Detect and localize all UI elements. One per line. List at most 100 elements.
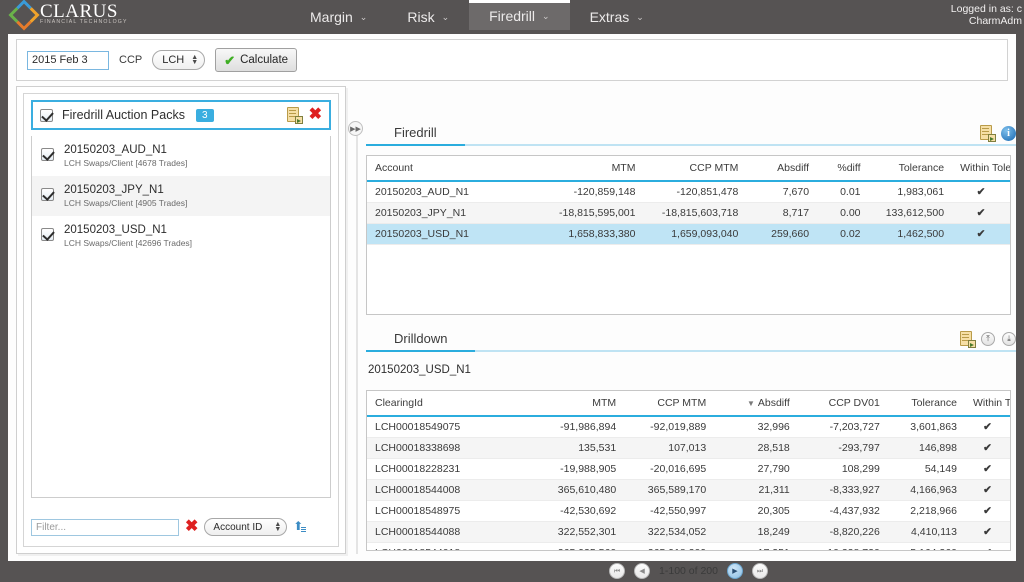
nav-item-extras[interactable]: Extras ⌄ [570, 0, 664, 30]
logged-in-label: Logged in as: c [950, 2, 1022, 15]
cell-ccp-dv01: -293,797 [797, 437, 888, 459]
sort-field-select[interactable]: Account ID ▲ ▼ [204, 518, 288, 536]
firedrill-grid: Account MTM CCP MTM Absdiff %diff Tolera… [366, 155, 1011, 315]
clarus-diamond-icon [8, 0, 40, 31]
table-header-row: ClearingId MTM CCP MTM ▼ Absdiff CCP DV01… [367, 391, 1010, 417]
status-check-icon: ✔ [964, 500, 1010, 522]
col-pdiff[interactable]: %diff [817, 156, 869, 182]
status-check-icon: ✔ [952, 202, 1010, 224]
col-ccp-dv01[interactable]: CCP DV01 [797, 391, 888, 417]
table-row[interactable]: LCH00018544018 265,935,560 265,918,209 1… [367, 542, 1010, 550]
cell-absdiff: 28,518 [714, 437, 798, 459]
list-item[interactable]: 20150203_AUD_N1 LCH Swaps/Client [4678 T… [32, 136, 330, 176]
next-page-button[interactable]: ▶ [726, 563, 743, 579]
export-icon[interactable] [960, 331, 976, 348]
pack-checkbox[interactable] [41, 228, 54, 241]
col-absdiff[interactable]: ▼ Absdiff [714, 391, 798, 417]
col-tolerance[interactable]: Tolerance [887, 391, 965, 417]
export-icon[interactable] [980, 125, 996, 142]
pack-subtitle: LCH Swaps/Client [4678 Trades] [64, 158, 188, 168]
delete-icon[interactable]: ✖ [309, 107, 322, 123]
collapse-up-icon[interactable]: ⤒ [981, 332, 995, 346]
col-mtm[interactable]: MTM [540, 156, 644, 182]
cell-ccp-mtm: -120,851,478 [643, 181, 747, 203]
table-row[interactable]: LCH00018338698 135,531 107,013 28,518 -2… [367, 437, 1010, 459]
cell-ccp-mtm: -92,019,889 [624, 416, 715, 438]
pack-subtitle: LCH Swaps/Client [42696 Trades] [64, 238, 193, 248]
cell-ccp-dv01: 108,299 [797, 458, 888, 480]
table-row[interactable]: LCH00018544008 365,610,480 365,589,170 2… [367, 479, 1010, 501]
info-icon[interactable]: i [1001, 125, 1016, 141]
clear-filter-icon[interactable]: ✖ [185, 519, 198, 535]
table-row[interactable]: LCH00018228231 -19,988,905 -20,016,695 2… [367, 458, 1010, 480]
cell-pdiff: 0.00 [817, 202, 869, 224]
col-account[interactable]: Account [367, 156, 541, 182]
logged-in-user: CharmAdm [968, 15, 1022, 27]
list-item[interactable]: 20150203_USD_N1 LCH Swaps/Client [42696 … [32, 216, 330, 256]
cell-absdiff: 8,717 [746, 202, 818, 224]
filter-input[interactable] [31, 518, 179, 536]
last-page-button[interactable]: ⏭ [751, 563, 768, 579]
firedrill-tools: i [980, 125, 1016, 142]
table-row[interactable]: LCH00018548975 -42,530,692 -42,550,997 2… [367, 500, 1010, 522]
select-all-checkbox[interactable] [40, 108, 53, 122]
collapse-down-icon[interactable]: ⤓ [1002, 332, 1016, 346]
calculate-button[interactable]: ✔ Calculate [215, 48, 298, 72]
col-absdiff[interactable]: Absdiff [746, 156, 818, 182]
cell-absdiff: 259,660 [746, 223, 818, 245]
cell-clearing-id: LCH00018228231 [367, 458, 522, 480]
list-item[interactable]: 20150203_JPY_N1 LCH Swaps/Client [4905 T… [32, 176, 330, 216]
previous-page-button[interactable]: ◀ [634, 563, 651, 579]
col-within-tolerance[interactable]: Within Tolerance [952, 156, 1010, 182]
table-row[interactable]: 20150203_USD_N1 1,658,833,380 1,659,093,… [367, 223, 1010, 245]
cell-absdiff: 17,351 [714, 542, 798, 550]
cell-account: 20150203_JPY_N1 [367, 202, 541, 224]
col-mtm[interactable]: MTM [521, 391, 625, 417]
col-ccp-mtm[interactable]: CCP MTM [643, 156, 747, 182]
table-row[interactable]: LCH00018544088 322,552,301 322,534,052 1… [367, 521, 1010, 543]
top-navigation-bar: CLARUS FINANCIAL TECHNOLOGY Margin ⌄ Ris… [0, 0, 1024, 31]
toolbar: CCP LCH ▲▼ ✔ Calculate [16, 39, 1008, 81]
cell-mtm: 322,552,301 [521, 521, 625, 543]
status-check-icon: ✔ [964, 458, 1010, 480]
cell-tolerance: 146,898 [887, 437, 965, 459]
col-clearing-id[interactable]: ClearingId [367, 391, 522, 417]
table-row[interactable]: 20150203_JPY_N1 -18,815,595,001 -18,815,… [367, 202, 1010, 224]
cell-mtm: -91,986,894 [521, 416, 625, 438]
tab-drilldown[interactable]: Drilldown [366, 331, 476, 352]
nav-item-firedrill[interactable]: Firedrill ⌄ [469, 0, 570, 30]
pack-checkbox[interactable] [41, 148, 54, 161]
status-check-icon: ✔ [952, 223, 1010, 245]
cell-tolerance: 4,166,963 [887, 479, 965, 501]
col-within-tolerance[interactable]: Within Tolerance [964, 391, 1010, 417]
cell-clearing-id: LCH00018338698 [367, 437, 522, 459]
pack-checkbox[interactable] [41, 188, 54, 201]
first-page-button[interactable]: ⏮ [609, 563, 626, 579]
sort-ascending-icon[interactable] [293, 519, 307, 534]
table-row[interactable]: LCH00018549075 -91,986,894 -92,019,889 3… [367, 416, 1010, 438]
panel-divider [356, 129, 358, 554]
nav-item-margin[interactable]: Margin ⌄ [290, 0, 387, 30]
cell-pdiff: 0.01 [817, 181, 869, 203]
cell-ccp-mtm: -20,016,695 [624, 458, 715, 480]
col-ccp-mtm[interactable]: CCP MTM [624, 391, 715, 417]
col-tolerance[interactable]: Tolerance [868, 156, 953, 182]
cell-clearing-id: LCH00018544018 [367, 542, 522, 550]
tab-firedrill[interactable]: Firedrill [366, 125, 465, 146]
pagination-label: 1-100 of 200 [659, 565, 718, 577]
cell-account: 20150203_USD_N1 [367, 223, 541, 245]
chevron-down-icon: ⌄ [441, 11, 450, 22]
nav-item-risk[interactable]: Risk ⌄ [387, 0, 469, 30]
auction-packs-header[interactable]: Firedrill Auction Packs 3 ✖ [31, 100, 331, 130]
collapse-sidebar-button[interactable]: ▶▶ [348, 121, 363, 136]
cell-ccp-mtm: 1,659,093,040 [643, 223, 747, 245]
cell-absdiff: 27,790 [714, 458, 798, 480]
ccp-select[interactable]: LCH ▲ ▼ [152, 50, 206, 70]
date-input[interactable] [27, 50, 109, 70]
page-content: CCP LCH ▲▼ ✔ Calculate Firedrill Auction… [8, 34, 1016, 579]
export-icon[interactable] [286, 107, 303, 124]
clarus-logo[interactable]: CLARUS FINANCIAL TECHNOLOGY [0, 0, 290, 31]
table-row[interactable]: 20150203_AUD_N1 -120,859,148 -120,851,47… [367, 181, 1010, 203]
drilldown-tools: ⤒ ⤓ [960, 331, 1016, 348]
cell-mtm: 365,610,480 [521, 479, 625, 501]
